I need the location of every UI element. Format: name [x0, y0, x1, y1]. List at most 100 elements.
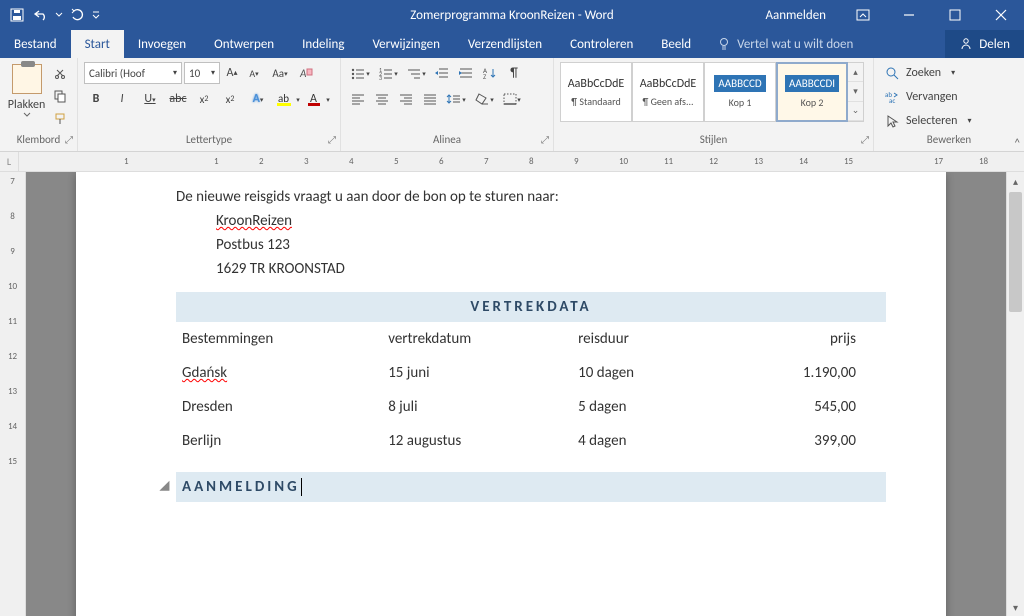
- bold-button[interactable]: B: [84, 88, 108, 110]
- increase-indent-button[interactable]: [455, 62, 477, 84]
- paragraph-launcher[interactable]: ⤢: [541, 133, 549, 147]
- group-styles: AaBbCcDdE¶ Standaard AaBbCcDdE¶ Geen afs…: [554, 58, 874, 151]
- format-painter-button[interactable]: [49, 108, 71, 130]
- underline-button[interactable]: U▾: [136, 88, 164, 110]
- tab-design[interactable]: Ontwerpen: [200, 30, 288, 58]
- clipboard-icon: [12, 64, 42, 94]
- tab-view[interactable]: Beeld: [647, 30, 705, 58]
- intro-text: De nieuwe reisgids vraagt u aan door de …: [176, 188, 886, 206]
- share-icon: [959, 37, 973, 51]
- redo-button[interactable]: [66, 4, 88, 26]
- subscript-button[interactable]: x2: [192, 88, 216, 110]
- undo-dropdown[interactable]: [54, 4, 64, 26]
- show-hide-button[interactable]: ¶: [503, 62, 525, 84]
- travel-table: BestemmingenvertrekdatumreisduurprijsGda…: [176, 322, 886, 458]
- borders-button[interactable]: ▾: [499, 88, 525, 110]
- superscript-button[interactable]: x2: [218, 88, 242, 110]
- multilevel-list-button[interactable]: ▾: [403, 62, 429, 84]
- clear-formatting-button[interactable]: A: [296, 62, 316, 84]
- document-area[interactable]: De nieuwe reisgids vraagt u aan door de …: [26, 172, 1006, 616]
- change-case-button[interactable]: Aa▾: [266, 62, 294, 84]
- group-paragraph: ▾ 123▾ ▾ AZ ¶ ▾ ▾ ▾ Alinea⤢: [341, 58, 554, 151]
- group-clipboard: Plakken Klembord⤢: [0, 58, 78, 151]
- undo-button[interactable]: [30, 4, 52, 26]
- replace-button[interactable]: abacVervangen: [880, 86, 980, 108]
- tab-references[interactable]: Verwijzingen: [358, 30, 453, 58]
- editing-group-label: Bewerken: [927, 133, 971, 146]
- maximize-button[interactable]: [932, 0, 978, 30]
- align-left-button[interactable]: [347, 88, 369, 110]
- styles-more[interactable]: ⌄: [848, 102, 863, 121]
- styles-row-down[interactable]: ▾: [848, 82, 863, 101]
- sort-button[interactable]: AZ: [479, 62, 501, 84]
- close-button[interactable]: [978, 0, 1024, 30]
- tab-mailings[interactable]: Verzendlijsten: [454, 30, 556, 58]
- styles-launcher[interactable]: ⤢: [861, 133, 869, 147]
- scroll-down-button[interactable]: ▾: [1007, 598, 1024, 616]
- align-center-button[interactable]: [371, 88, 393, 110]
- minimize-button[interactable]: [886, 0, 932, 30]
- tab-insert[interactable]: Invoegen: [124, 30, 200, 58]
- text-effects-button[interactable]: A▾: [244, 88, 272, 110]
- font-size-dropdown[interactable]: 10▾: [184, 62, 220, 84]
- ribbon-display-options[interactable]: [840, 0, 886, 30]
- vertical-scrollbar[interactable]: ▴ ▾: [1006, 172, 1024, 616]
- quick-access-toolbar: [0, 4, 102, 26]
- scroll-thumb[interactable]: [1009, 192, 1022, 312]
- style-heading1[interactable]: AABBCCDKop 1: [704, 62, 776, 122]
- justify-button[interactable]: [419, 88, 441, 110]
- horizontal-ruler[interactable]: 11234567891011121314151718: [19, 152, 1024, 171]
- styles-row-up[interactable]: ▴: [848, 63, 863, 82]
- paste-button[interactable]: Plakken: [6, 62, 47, 133]
- tab-layout[interactable]: Indeling: [288, 30, 358, 58]
- select-button[interactable]: Selecteren▾: [880, 110, 980, 132]
- tab-home[interactable]: Start: [71, 30, 124, 58]
- styles-group-label: Stijlen: [700, 133, 728, 146]
- style-standard[interactable]: AaBbCcDdE¶ Standaard: [560, 62, 632, 122]
- strikethrough-button[interactable]: abc: [166, 88, 190, 110]
- scroll-up-button[interactable]: ▴: [1007, 172, 1024, 190]
- italic-button[interactable]: I: [110, 88, 134, 110]
- tellme-label: Vertel wat u wilt doen: [737, 37, 853, 52]
- save-button[interactable]: [6, 4, 28, 26]
- heading-vertrekdata: VERTREKDATA: [176, 292, 886, 322]
- svg-text:3: 3: [379, 74, 382, 80]
- font-group-label: Lettertype: [186, 133, 232, 146]
- collapse-ribbon-button[interactable]: ^: [1015, 136, 1020, 149]
- address-line-2: Postbus 123: [216, 236, 886, 254]
- decrease-indent-button[interactable]: [431, 62, 453, 84]
- ruler-row: L 11234567891011121314151718: [0, 152, 1024, 172]
- font-name-dropdown[interactable]: Calibri (Hoof▾: [84, 62, 182, 84]
- highlight-button[interactable]: ab▾: [274, 88, 302, 110]
- vertical-ruler[interactable]: 789101112131415: [0, 172, 26, 616]
- find-button[interactable]: Zoeken▾: [880, 62, 980, 84]
- collapse-heading-icon[interactable]: ◢: [160, 478, 172, 493]
- font-color-button[interactable]: A▾: [304, 88, 332, 110]
- bullets-button[interactable]: ▾: [347, 62, 373, 84]
- ruler-corner[interactable]: L: [0, 152, 19, 171]
- shading-button[interactable]: ▾: [471, 88, 497, 110]
- search-icon: [884, 65, 900, 81]
- ribbon: Plakken Klembord⤢ Calibri (Hoof▾ 10▾ A▴ …: [0, 58, 1024, 152]
- style-no-spacing[interactable]: AaBbCcDdE¶ Geen afs...: [632, 62, 704, 122]
- qat-customize[interactable]: [90, 4, 102, 26]
- chevron-down-icon: [23, 112, 31, 117]
- tellme-search[interactable]: Vertel wat u wilt doen: [705, 30, 865, 58]
- address-line-1: KroonReizen: [216, 212, 886, 230]
- cut-button[interactable]: [49, 62, 71, 84]
- copy-button[interactable]: [49, 85, 71, 107]
- grow-font-button[interactable]: A▴: [222, 62, 242, 84]
- font-launcher[interactable]: ⤢: [328, 133, 336, 147]
- shrink-font-button[interactable]: A▾: [244, 62, 264, 84]
- title-bar: Zomerprogramma KroonReizen - Word Aanmel…: [0, 0, 1024, 30]
- signin-label[interactable]: Aanmelden: [751, 8, 840, 23]
- tab-review[interactable]: Controleren: [556, 30, 647, 58]
- cursor-icon: [884, 113, 900, 129]
- line-spacing-button[interactable]: ▾: [443, 88, 469, 110]
- numbering-button[interactable]: 123▾: [375, 62, 401, 84]
- clipboard-launcher[interactable]: ⤢: [65, 133, 73, 147]
- tab-file[interactable]: Bestand: [0, 30, 71, 58]
- align-right-button[interactable]: [395, 88, 417, 110]
- style-heading2[interactable]: AABBCCDIKop 2: [776, 62, 848, 122]
- share-button[interactable]: Delen: [945, 30, 1024, 58]
